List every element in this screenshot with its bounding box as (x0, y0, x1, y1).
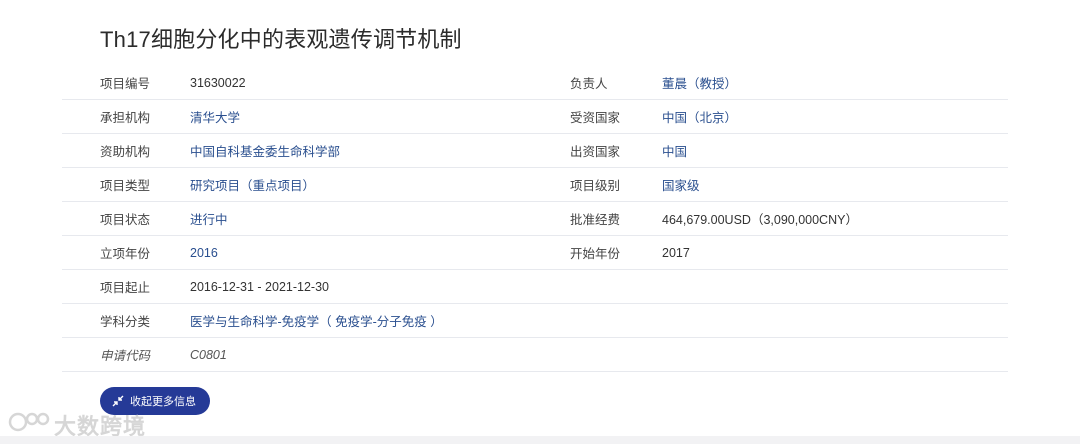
table-row: 立项年份 2016 开始年份 2017 (62, 236, 1008, 270)
principal-link[interactable]: 董晨（教授） (662, 66, 1008, 99)
table-row: 申请代码 C0801 (62, 338, 1008, 372)
table-row: 项目编号 31630022 负责人 董晨（教授） (62, 66, 1008, 100)
funding-agency-link[interactable]: 中国自科基金委生命科学部 (190, 134, 570, 167)
table-row: 项目起止 2016-12-31 - 2021-12-30 (62, 270, 1008, 304)
approved-funding-value: 464,679.00USD（3,090,000CNY） (662, 213, 858, 227)
project-status-label: 项目状态 (100, 213, 151, 227)
funding-country-label: 出资国家 (570, 145, 621, 159)
project-info-table: 项目编号 31630022 负责人 董晨（教授） 承担机构 清华大学 受资国家 … (62, 66, 1008, 372)
project-detail-page: Th17细胞分化中的表观遗传调节机制 项目编号 31630022 负责人 董晨（… (0, 0, 1080, 444)
project-period-value: 2016-12-31 - 2021-12-30 (190, 279, 329, 294)
recipient-country-link[interactable]: 中国（北京） (662, 100, 1008, 133)
project-type-link[interactable]: 研究项目（重点项目） (190, 168, 570, 201)
project-number-label: 项目编号 (100, 77, 151, 91)
start-year-label: 开始年份 (570, 247, 621, 261)
project-number-value: 31630022 (190, 75, 246, 90)
project-type-label: 项目类型 (100, 179, 151, 193)
approved-funding-label: 批准经费 (570, 213, 621, 227)
funding-country-link[interactable]: 中国 (662, 134, 1008, 167)
institution-link[interactable]: 清华大学 (190, 100, 570, 133)
table-row: 学科分类 医学与生命科学-免疫学（ 免疫学-分子免疫 ） (62, 304, 1008, 338)
project-level-label: 项目级别 (570, 179, 621, 193)
table-row: 资助机构 中国自科基金委生命科学部 出资国家 中国 (62, 134, 1008, 168)
table-row: 承担机构 清华大学 受资国家 中国（北京） (62, 100, 1008, 134)
page-title: Th17细胞分化中的表观遗传调节机制 (100, 27, 462, 52)
table-row: 项目类型 研究项目（重点项目） 项目级别 国家级 (62, 168, 1008, 202)
collapse-button-label: 收起更多信息 (130, 396, 196, 408)
funding-agency-label: 资助机构 (100, 145, 151, 159)
collapse-arrows-icon (112, 395, 124, 407)
table-row: 项目状态 进行中 批准经费 464,679.00USD（3,090,000CNY… (62, 202, 1008, 236)
institution-label: 承担机构 (100, 111, 151, 125)
application-code-value: C0801 (190, 347, 227, 362)
project-period-label: 项目起止 (100, 281, 151, 295)
project-level-link[interactable]: 国家级 (662, 168, 1008, 201)
discipline-link[interactable]: 医学与生命科学-免疫学（ 免疫学-分子免疫 ） (190, 304, 1008, 337)
start-year-value: 2017 (662, 245, 690, 260)
application-code-label: 申请代码 (100, 349, 151, 363)
recipient-country-label: 受资国家 (570, 111, 621, 125)
approval-year-label: 立项年份 (100, 247, 151, 261)
discipline-label: 学科分类 (100, 315, 151, 329)
approval-year-link[interactable]: 2016 (190, 236, 570, 269)
project-status-link[interactable]: 进行中 (190, 202, 570, 235)
principal-label: 负责人 (570, 77, 608, 91)
footer-divider (0, 436, 1080, 444)
